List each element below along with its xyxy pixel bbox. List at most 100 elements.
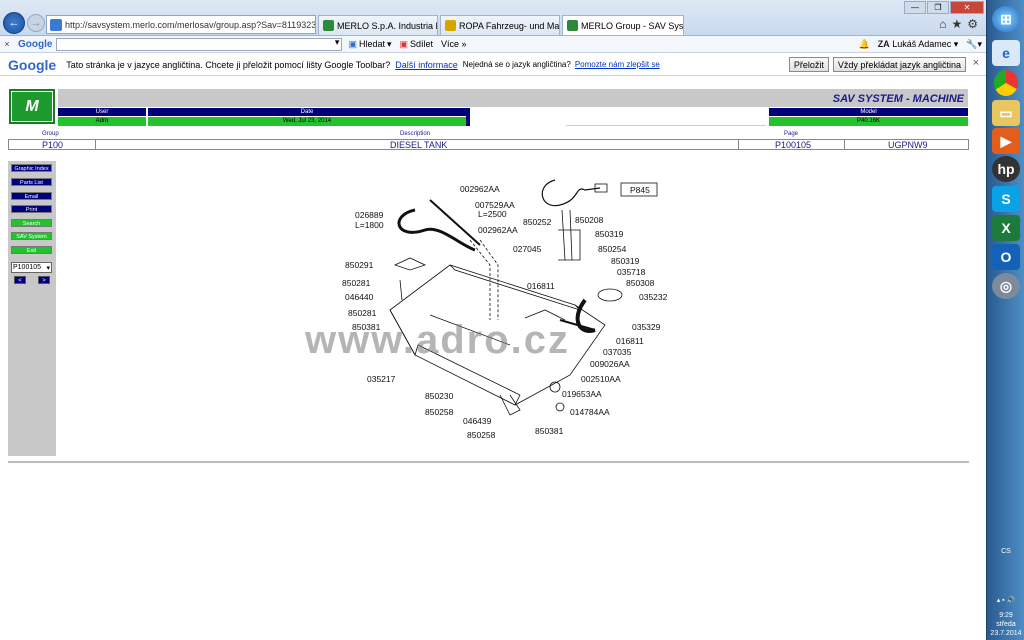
media-player-icon[interactable]: ▶ [992, 128, 1020, 154]
bell-icon[interactable]: 🔔 [858, 39, 869, 50]
callout-850254: 850254 [598, 244, 627, 254]
callout-850258-2: 850258 [467, 430, 496, 440]
search-icon: ▣ [348, 38, 357, 49]
info-separator [95, 140, 96, 150]
user-value: Adro [58, 117, 146, 126]
page-label: Page [784, 131, 799, 137]
info-separator [844, 140, 845, 150]
address-bar[interactable]: http://savsystem.merlo.com/merlosav/grou… [46, 15, 316, 34]
next-page-button[interactable]: > [38, 276, 50, 284]
date-value: Wed, Jul 23, 2014 [148, 117, 466, 126]
prev-page-button[interactable]: < [14, 276, 26, 284]
address-text: http://savsystem.merlo.com/merlosav/grou… [65, 19, 316, 30]
toolbar-close-icon[interactable]: × [0, 39, 14, 49]
watermark: www.adro.cz [305, 318, 571, 362]
wrench-icon[interactable]: 🔧▾ [966, 39, 982, 50]
bottom-rule [8, 461, 969, 463]
model-label: Model [769, 108, 968, 116]
site-favicon-icon [50, 18, 62, 31]
graphic-index-button[interactable]: Graphic Index [11, 164, 52, 172]
callout-850308: 850308 [626, 278, 655, 288]
callout-850381-2: 850381 [535, 426, 564, 436]
system-tray: CS ▴ ▪ 🔊 9:29 středa 23.7.2014 [987, 547, 1024, 638]
header-spacer [470, 108, 566, 116]
home-icon[interactable]: ⌂ [939, 17, 946, 31]
minimize-button[interactable]: — [904, 1, 926, 14]
network-globe-icon[interactable]: ◎ [992, 273, 1020, 299]
language-indicator[interactable]: CS [987, 547, 1024, 556]
folder-icon[interactable]: ▭ [992, 100, 1020, 126]
more-button[interactable]: Více » [441, 39, 467, 49]
gear-icon[interactable]: ⚙ [967, 17, 978, 31]
callout-l2500: L=2500 [478, 209, 507, 219]
callout-850319-2: 850319 [611, 256, 640, 266]
callout-850291: 850291 [345, 260, 374, 270]
callout-850319: 850319 [595, 229, 624, 239]
parts-list-button[interactable]: Parts List [11, 178, 52, 186]
translate-google-logo: Google [8, 56, 57, 73]
translate-button[interactable]: Přeložit [788, 57, 829, 72]
user-menu[interactable]: ZA Lukáš Adamec ▾ [878, 39, 959, 50]
help-improve-link[interactable]: Pomozte nám zlepšit se [575, 60, 660, 69]
translate-close-icon[interactable]: × [970, 57, 982, 72]
callout-035232: 035232 [639, 292, 668, 302]
windows-taskbar: ⊞ e ▭ ▶ hp S X O ◎ CS ▴ ▪ 🔊 9:29 středa … [986, 0, 1024, 640]
tab-favicon-icon [323, 20, 334, 31]
maximize-button[interactable]: ❐ [927, 1, 949, 14]
skype-icon[interactable]: S [992, 186, 1020, 212]
tab-merlo-industria[interactable]: MERLO S.p.A. Industria Metal... [318, 15, 438, 35]
sav-system-button[interactable]: SAV System [11, 232, 52, 240]
page-value: P100105 [775, 140, 812, 150]
translate-message: Tato stránka je v jazyce angličtina. Chc… [66, 59, 391, 70]
arrow-right-icon: → [30, 17, 42, 29]
forward-button[interactable]: → [27, 14, 45, 32]
callout-014784aa: 014784AA [570, 407, 610, 417]
search-button[interactable]: ▣ Hledat ▾ [348, 39, 391, 50]
clock-time[interactable]: 9:29 [987, 611, 1024, 620]
tab-merlo-sav[interactable]: MERLO Group - SAV System × [562, 15, 684, 35]
excel-icon[interactable]: X [992, 215, 1020, 241]
callout-026889: 026889 [355, 210, 384, 220]
not-english-text: Nejedná se o jazyk angličtina? [462, 60, 571, 69]
tab-favicon-icon [445, 20, 456, 31]
email-button[interactable]: Email [11, 192, 52, 200]
callout-046439: 046439 [463, 416, 492, 426]
always-translate-button[interactable]: Vždy překládat jazyk angličtina [832, 57, 966, 72]
group-value: P100 [42, 140, 64, 150]
outlook-icon[interactable]: O [992, 244, 1020, 270]
callout-p845: P845 [630, 185, 650, 195]
callout-002510aa: 002510AA [581, 374, 621, 384]
internet-explorer-icon[interactable]: e [992, 40, 1020, 66]
tray-icons[interactable]: ▴ ▪ 🔊 [987, 596, 1024, 605]
header-band [58, 89, 968, 107]
page-select[interactable]: P100105 ▾ [11, 262, 52, 273]
callout-027045: 027045 [513, 244, 542, 254]
more-info-link[interactable]: Další informace [395, 60, 458, 70]
callout-016811: 016811 [527, 281, 555, 291]
callout-850252: 850252 [523, 217, 552, 227]
share-button[interactable]: ▣ Sdílet [400, 39, 434, 50]
clock-day: středa [996, 621, 1016, 628]
exit-button[interactable]: Exit [11, 246, 52, 254]
merlo-logo-icon: M [12, 92, 52, 121]
search-button[interactable]: Search [11, 219, 52, 227]
chrome-icon[interactable] [994, 70, 1018, 96]
merlo-logo: M [9, 89, 55, 124]
print-button[interactable]: Print [11, 205, 52, 213]
callout-850281-2: 850281 [348, 308, 377, 318]
callout-019653aa: 019653AA [562, 389, 602, 399]
callout-850208: 850208 [575, 215, 604, 225]
clock-date: 23.7.2014 [990, 630, 1022, 637]
favorites-star-icon[interactable]: ★ [951, 17, 962, 31]
hp-icon[interactable]: hp [992, 156, 1020, 182]
callout-002962aa-2: 002962AA [478, 225, 518, 235]
model-value: P40.16K [769, 117, 968, 126]
date-label: Date [148, 108, 466, 116]
tab-ropa[interactable]: ROPA Fahrzeug- und Maschin... [440, 15, 560, 35]
back-button[interactable]: ← [3, 12, 25, 34]
start-orb-icon[interactable]: ⊞ [992, 6, 1020, 32]
callout-850230: 850230 [425, 391, 454, 401]
share-icon: ▣ [399, 38, 409, 49]
google-search-input[interactable] [56, 37, 343, 51]
window-close-button[interactable]: ✕ [950, 1, 984, 14]
